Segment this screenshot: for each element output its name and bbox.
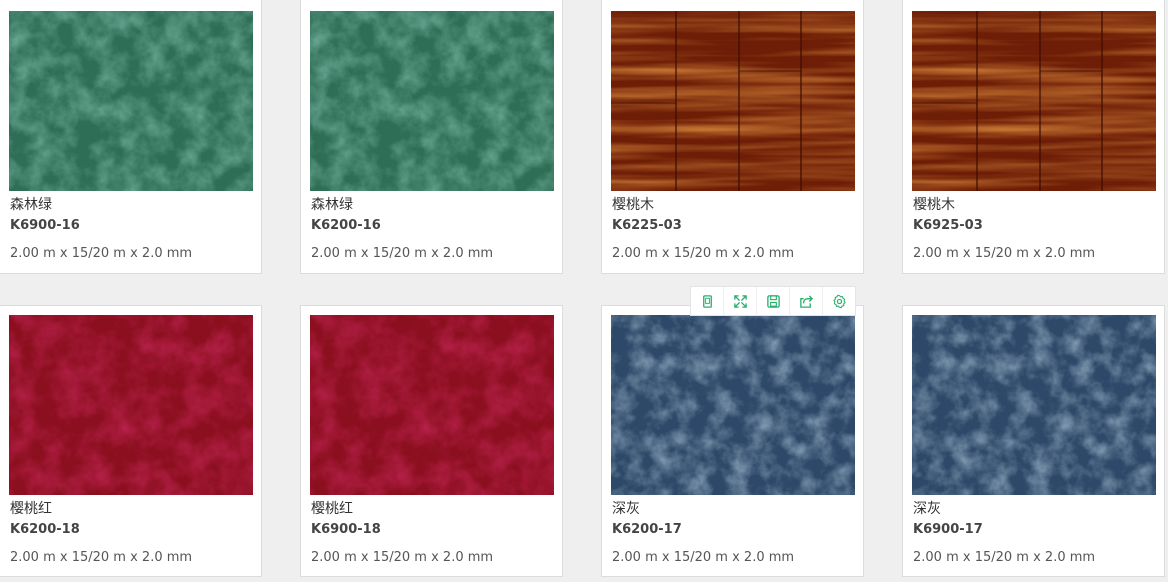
- product-spec: 2.00 m x 15/20 m x 2.0 mm: [913, 550, 1096, 565]
- product-spec: 2.00 m x 15/20 m x 2.0 mm: [913, 246, 1096, 261]
- product-name: 深灰: [913, 501, 941, 517]
- product-grid: 森林绿 K6900-16 2.00 m x 15/20 m x 2.0 mm 森林绿 K…: [0, 0, 1168, 582]
- product-code: K6900-16: [10, 218, 80, 233]
- product-code: K6225-03: [612, 218, 682, 233]
- product-thumbnail[interactable]: [611, 11, 855, 191]
- product-thumbnail[interactable]: [310, 315, 554, 495]
- product-name: 樱桃红: [10, 501, 52, 517]
- product-card[interactable]: 深灰 K6900-17 2.00 m x 15/20 m x 2.0 mm: [902, 305, 1165, 577]
- product-spec: 2.00 m x 15/20 m x 2.0 mm: [10, 246, 193, 261]
- product-spec: 2.00 m x 15/20 m x 2.0 mm: [612, 550, 795, 565]
- product-spec: 2.00 m x 15/20 m x 2.0 mm: [311, 550, 494, 565]
- product-card[interactable]: 深灰 K6200-17 2.00 m x 15/20 m x 2.0 mm: [601, 305, 864, 577]
- product-name: 深灰: [612, 501, 640, 517]
- product-code: K6200-16: [311, 218, 381, 233]
- product-spec: 2.00 m x 15/20 m x 2.0 mm: [311, 246, 494, 261]
- product-thumbnail[interactable]: [9, 315, 253, 495]
- copy-button[interactable]: [691, 287, 724, 315]
- expand-button[interactable]: [724, 287, 757, 315]
- product-thumbnail[interactable]: [912, 315, 1156, 495]
- product-name: 樱桃木: [913, 197, 955, 213]
- product-code: K6900-18: [311, 522, 381, 537]
- product-name: 森林绿: [311, 197, 353, 213]
- product-card[interactable]: 森林绿 K6900-16 2.00 m x 15/20 m x 2.0 mm: [0, 0, 262, 274]
- product-code: K6200-17: [612, 522, 682, 537]
- product-code: K6200-18: [10, 522, 80, 537]
- save-button[interactable]: [757, 287, 790, 315]
- card-action-toolbar: [690, 286, 856, 316]
- settings-button[interactable]: [823, 287, 855, 315]
- save-icon: [766, 294, 780, 308]
- product-spec: 2.00 m x 15/20 m x 2.0 mm: [612, 246, 795, 261]
- product-name: 樱桃红: [311, 501, 353, 517]
- product-thumbnail[interactable]: [912, 11, 1156, 191]
- product-card[interactable]: 樱桃红 K6200-18 2.00 m x 15/20 m x 2.0 mm: [0, 305, 262, 577]
- share-button[interactable]: [790, 287, 823, 315]
- product-thumbnail[interactable]: [611, 315, 855, 495]
- product-code: K6900-17: [913, 522, 983, 537]
- product-card[interactable]: 森林绿 K6200-16 2.00 m x 15/20 m x 2.0 mm: [300, 0, 563, 274]
- product-card[interactable]: 樱桃木 K6225-03 2.00 m x 15/20 m x 2.0 mm: [601, 0, 864, 274]
- product-card[interactable]: 樱桃红 K6900-18 2.00 m x 15/20 m x 2.0 mm: [300, 305, 563, 577]
- product-thumbnail[interactable]: [310, 11, 554, 191]
- share-icon: [799, 294, 813, 308]
- product-spec: 2.00 m x 15/20 m x 2.0 mm: [10, 550, 193, 565]
- product-card[interactable]: 樱桃木 K6925-03 2.00 m x 15/20 m x 2.0 mm: [902, 0, 1165, 274]
- product-code: K6925-03: [913, 218, 983, 233]
- product-thumbnail[interactable]: [9, 11, 253, 191]
- product-name: 森林绿: [10, 197, 52, 213]
- expand-icon: [733, 294, 747, 308]
- copy-icon: [702, 294, 712, 308]
- product-name: 樱桃木: [612, 197, 654, 213]
- settings-icon: [832, 294, 846, 308]
